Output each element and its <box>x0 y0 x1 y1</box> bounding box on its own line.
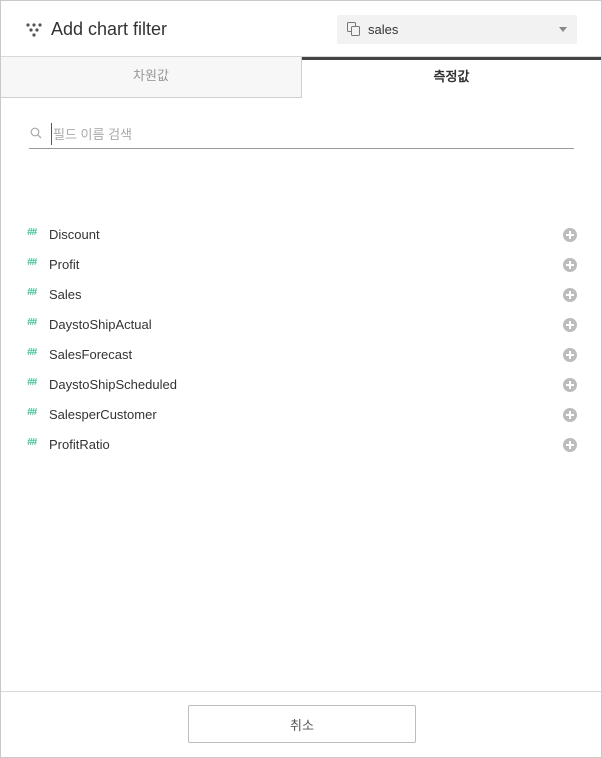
measure-icon: ## <box>27 437 37 448</box>
filter-icon <box>26 23 42 37</box>
field-item-daystoshipactual[interactable]: ## DaystoShipActual <box>1 310 601 340</box>
field-item-salespercustomer[interactable]: ## SalesperCustomer <box>1 400 601 430</box>
tab-dimensions[interactable]: 차원값 <box>1 57 302 98</box>
cancel-button[interactable]: 취소 <box>188 705 416 743</box>
add-icon[interactable] <box>563 318 577 332</box>
field-name: Sales <box>49 287 82 302</box>
dialog-header: Add chart filter sales <box>1 1 601 57</box>
add-icon[interactable] <box>563 408 577 422</box>
measure-icon: ## <box>27 257 37 268</box>
field-name: DaystoShipActual <box>49 317 152 332</box>
measure-icon: ## <box>27 407 37 418</box>
field-name: Discount <box>49 227 100 242</box>
field-search <box>29 123 574 149</box>
datasource-select[interactable]: sales <box>337 15 577 44</box>
add-icon[interactable] <box>563 438 577 452</box>
field-name: DaystoShipScheduled <box>49 377 177 392</box>
measure-icon: ## <box>27 347 37 358</box>
field-item-daystoshipscheduled[interactable]: ## DaystoShipScheduled <box>1 370 601 400</box>
field-item-profitratio[interactable]: ## ProfitRatio <box>1 430 601 460</box>
search-input[interactable] <box>51 123 571 145</box>
chevron-down-icon <box>559 27 567 32</box>
measure-icon: ## <box>27 287 37 298</box>
field-name: SalesperCustomer <box>49 407 157 422</box>
field-item-profit[interactable]: ## Profit <box>1 250 601 280</box>
add-chart-filter-dialog: Add chart filter sales 차원값 측정값 ## Discou… <box>0 0 602 758</box>
dialog-footer: 취소 <box>1 691 601 757</box>
search-icon <box>30 127 42 139</box>
measure-icon: ## <box>27 317 37 328</box>
field-item-discount[interactable]: ## Discount <box>1 220 601 250</box>
measure-icon: ## <box>27 227 37 238</box>
field-name: SalesForecast <box>49 347 133 362</box>
tab-measures[interactable]: 측정값 <box>302 57 601 98</box>
add-icon[interactable] <box>563 378 577 392</box>
field-name: Profit <box>49 257 80 272</box>
field-item-sales[interactable]: ## Sales <box>1 280 601 310</box>
datasource-value: sales <box>368 22 399 37</box>
field-name: ProfitRatio <box>49 437 110 452</box>
datasource-icon <box>347 22 360 36</box>
add-icon[interactable] <box>563 348 577 362</box>
add-icon[interactable] <box>563 288 577 302</box>
field-item-salesforecast[interactable]: ## SalesForecast <box>1 340 601 370</box>
measure-icon: ## <box>27 377 37 388</box>
add-icon[interactable] <box>563 258 577 272</box>
tab-bar: 차원값 측정값 <box>1 57 601 98</box>
dialog-title: Add chart filter <box>51 19 168 39</box>
add-icon[interactable] <box>563 228 577 242</box>
